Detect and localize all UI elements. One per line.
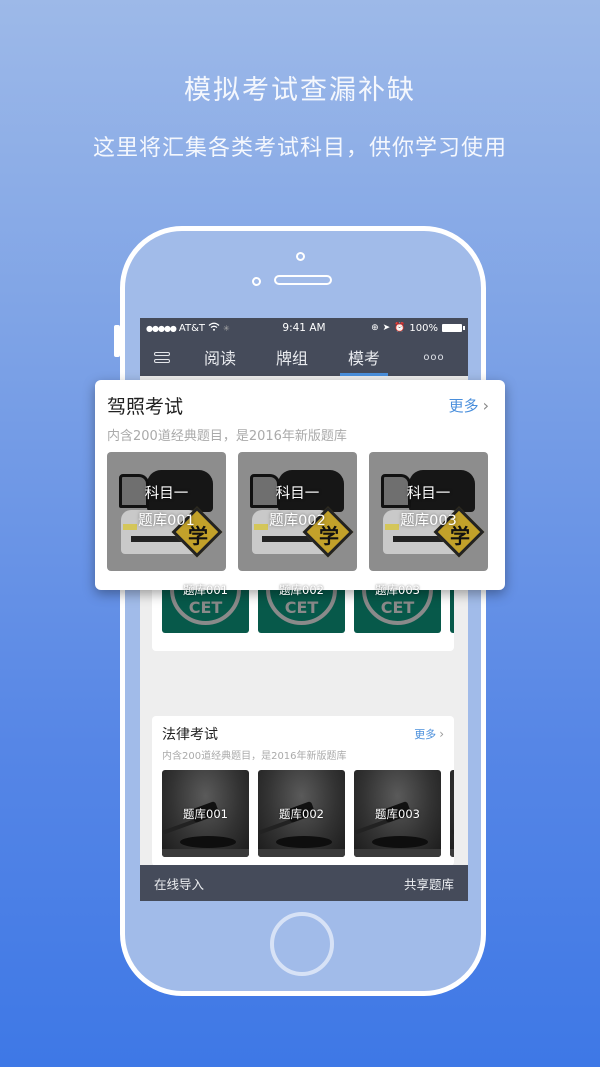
more-link[interactable]: 更多 ›: [414, 726, 444, 742]
phone-side-button: [114, 325, 120, 357]
phone-home-button[interactable]: [270, 912, 334, 976]
tile-label: 题库003: [400, 513, 457, 529]
section-description: 内含200道经典题目，是2016年新版题库: [162, 751, 347, 762]
battery-icon: [442, 324, 465, 332]
tile-label: 题库002: [269, 513, 326, 529]
tile-label: 题库001: [183, 806, 228, 821]
chevron-right-icon: ›: [439, 727, 444, 741]
tile-subject: 科目一: [275, 486, 320, 502]
top-nav: 阅读 牌组 模考 ooo: [140, 338, 468, 376]
shared-bank-button[interactable]: 共享题库: [404, 874, 454, 893]
status-time: 9:41 AM: [282, 322, 326, 334]
gavel-icon: [450, 813, 454, 835]
tab-mock-exam[interactable]: 模考: [328, 338, 400, 376]
featured-card-driving: 驾照考试 更多 › 内含200道经典题目，是2016年新版题库 学 科目一 题库…: [95, 380, 505, 590]
carrier-label: AT&T: [178, 322, 205, 334]
phone-camera: [296, 252, 305, 261]
driving-tile[interactable]: 学 科目一 题库003: [369, 452, 488, 571]
phone-sensor: [252, 277, 261, 286]
tab-decks[interactable]: 牌组: [256, 338, 328, 376]
section-title: 法律考试: [162, 727, 218, 743]
more-link[interactable]: 更多 ›: [449, 395, 489, 416]
more-options-icon[interactable]: ooo: [400, 338, 468, 376]
tile-label: 题库002: [279, 582, 324, 597]
hero-title: 模拟考试查漏补缺: [184, 75, 416, 106]
bottom-bar: 在线导入 共享题库: [140, 865, 468, 901]
tile-subject: 科目一: [406, 486, 451, 502]
law-tile[interactable]: 题库001: [162, 770, 249, 857]
more-label: 更多: [414, 728, 437, 741]
cet-badge-text: CET: [284, 598, 319, 617]
featured-title: 驾照考试: [107, 396, 184, 418]
alarm-icon: ⏰: [394, 323, 406, 333]
battery-percent: 100%: [409, 322, 438, 334]
featured-description: 内含200道经典题目，是2016年新版题库: [107, 429, 347, 444]
tile-label: 题库003: [375, 806, 420, 821]
chevron-right-icon: ›: [482, 396, 489, 415]
law-tile[interactable]: [450, 770, 454, 857]
activity-icon: ✳: [223, 323, 230, 333]
driving-tile[interactable]: 学 科目一 题库002: [238, 452, 357, 571]
driving-tile[interactable]: 学 科目一 题库001: [107, 452, 226, 571]
law-tile[interactable]: 题库002: [258, 770, 345, 857]
tab-reading[interactable]: 阅读: [184, 338, 256, 376]
tile-label: 题库003: [375, 582, 420, 597]
tile-label: 题库002: [279, 806, 324, 821]
more-label: 更多: [448, 397, 479, 415]
tile-label: 题库001: [183, 582, 228, 597]
cet-badge-text: CET: [188, 598, 223, 617]
menu-icon[interactable]: [140, 338, 184, 376]
status-bar: ●●●●● AT&T ✳ 9:41 AM ⊕ ➤ ⏰ 100%: [140, 318, 468, 338]
tile-subject: 科目一: [144, 486, 189, 502]
online-import-button[interactable]: 在线导入: [154, 874, 204, 893]
hero-subtitle: 这里将汇集各类考试科目，供你学习使用: [92, 136, 507, 161]
cet-badge-text: CET: [380, 598, 415, 617]
section-law: 法律考试 更多 › 内含200道经典题目，是2016年新版题库 题库001 题库…: [152, 716, 454, 866]
law-tile[interactable]: 题库003: [354, 770, 441, 857]
rotation-lock-icon: ⊕: [371, 323, 379, 333]
wifi-icon: [208, 322, 220, 334]
signal-icon: ●●●●●: [146, 323, 177, 333]
tile-label: 题库001: [138, 513, 195, 529]
phone-speaker: [274, 275, 332, 285]
location-icon: ➤: [382, 323, 391, 333]
